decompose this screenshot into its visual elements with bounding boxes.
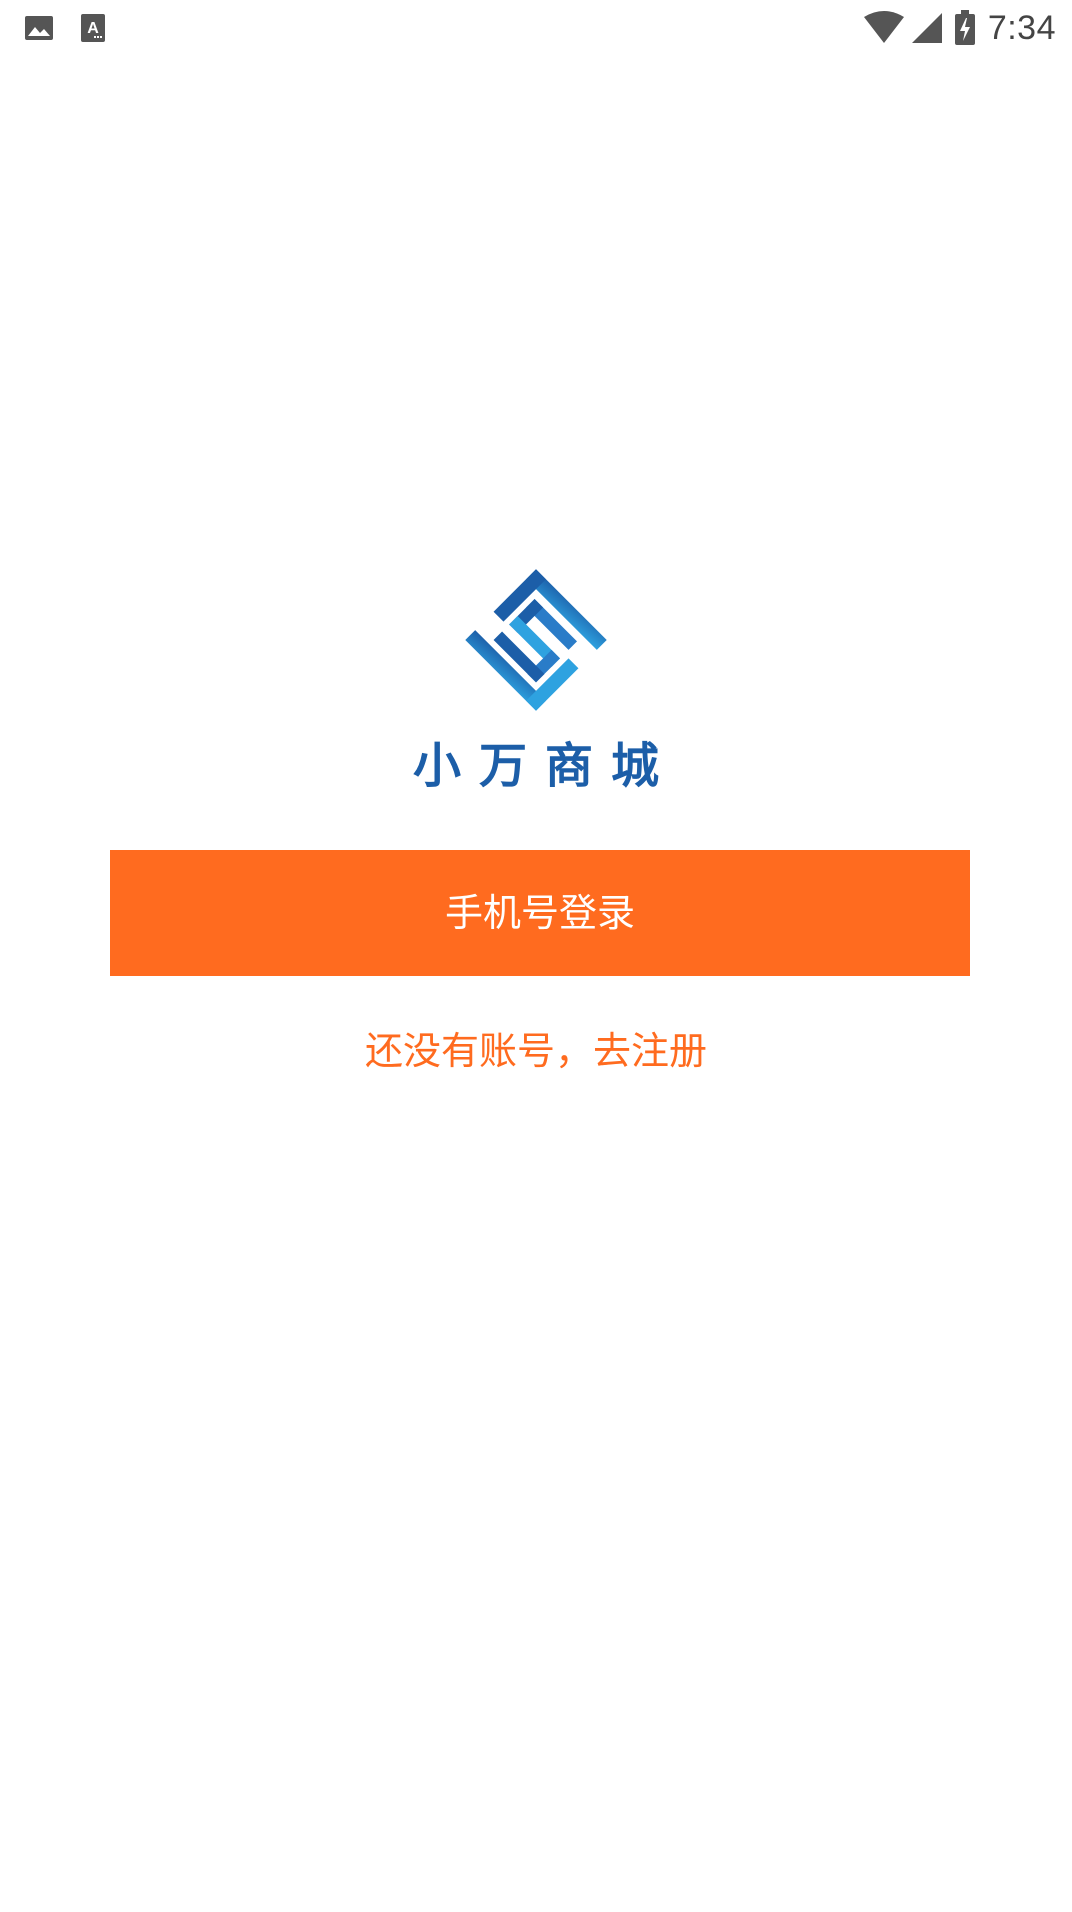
text-a-icon: A <box>78 13 108 43</box>
logo-icon <box>465 569 607 711</box>
phone-login-button[interactable]: 手机号登录 <box>110 850 970 976</box>
register-link[interactable]: 还没有账号，去注册 <box>0 1020 1072 1075</box>
image-icon <box>24 13 54 43</box>
status-bar-right: 7:34 <box>863 8 1056 48</box>
status-time: 7:34 <box>987 8 1056 47</box>
status-bar-left: A <box>24 12 132 44</box>
cell-signal-icon <box>910 11 944 45</box>
brand-name: 小万商城 <box>412 738 677 794</box>
brand-block: 小万商城 <box>0 560 1072 796</box>
wifi-icon <box>863 11 904 45</box>
status-bar: A 7:34 <box>0 0 1072 56</box>
svg-text:A: A <box>87 20 99 37</box>
battery-charging-icon <box>954 10 976 46</box>
